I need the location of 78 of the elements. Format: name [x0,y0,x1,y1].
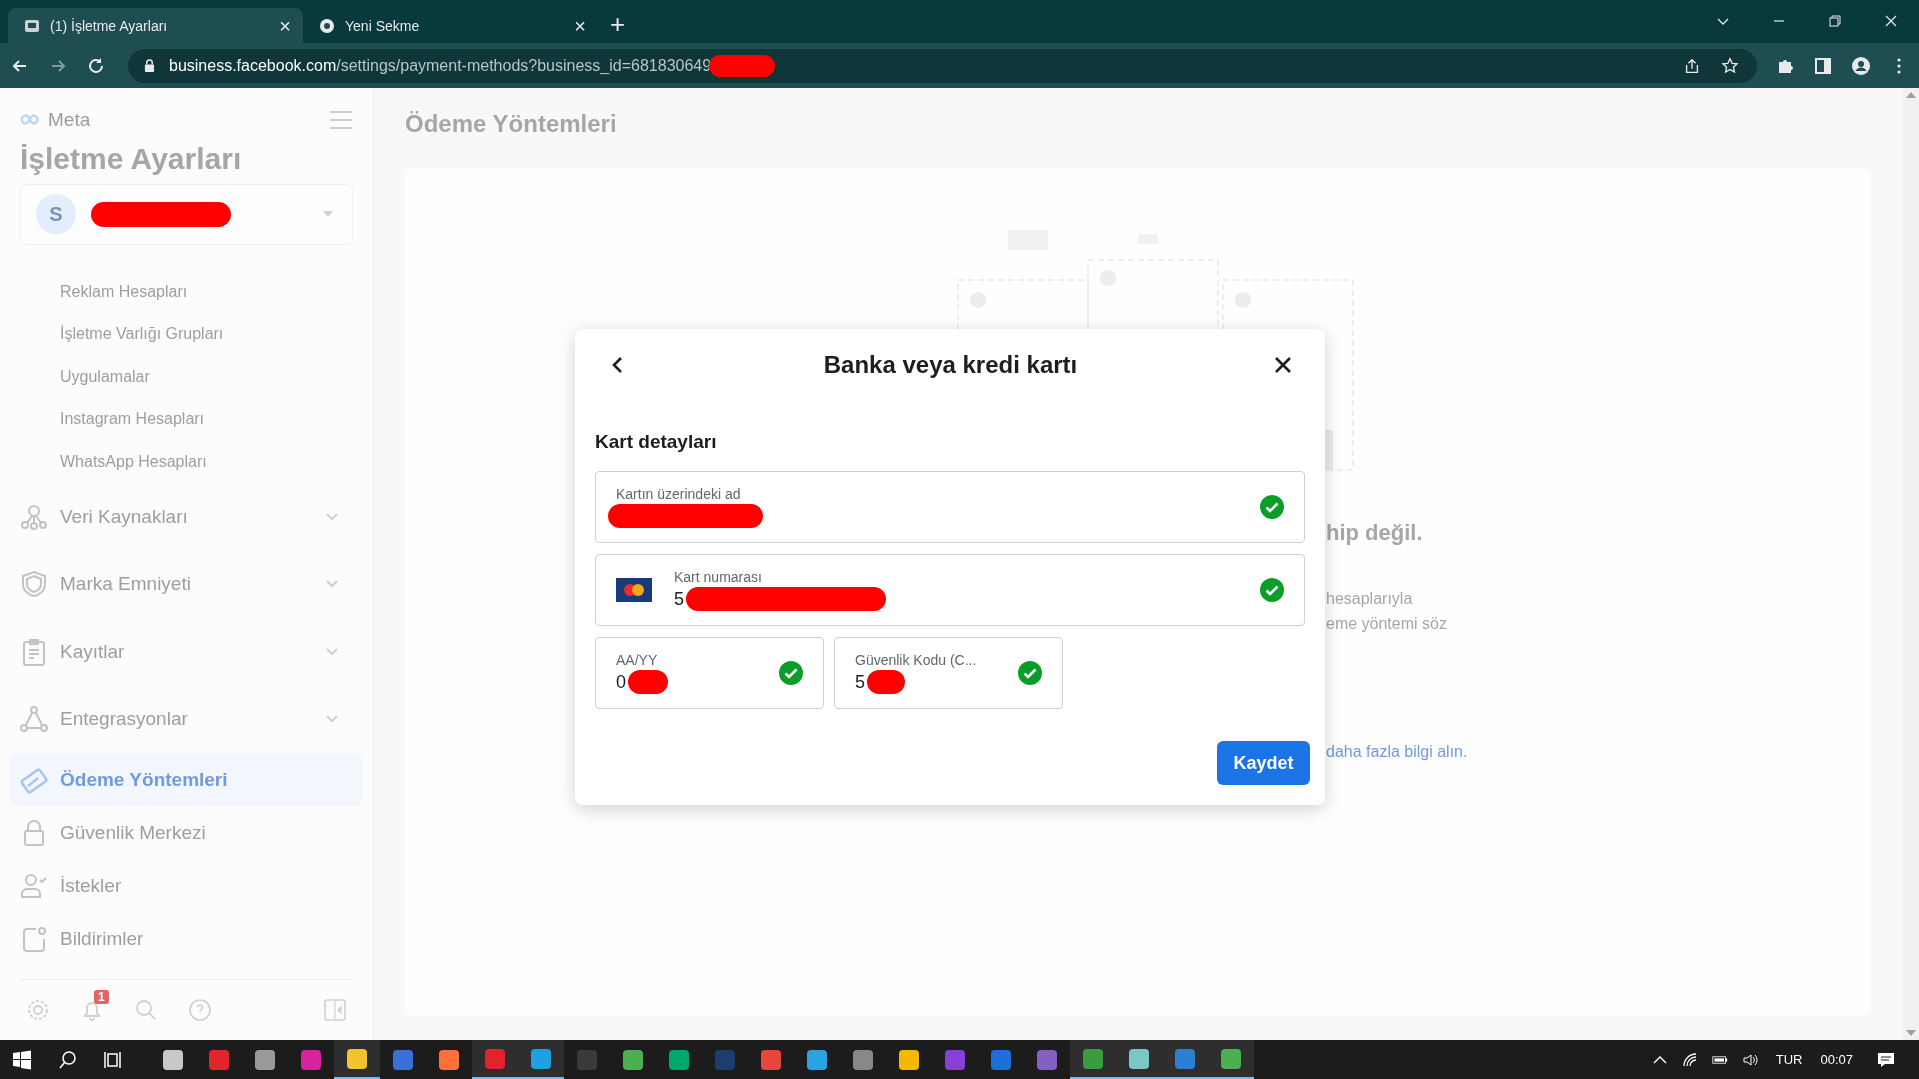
field-label: Kart numarası [674,569,763,585]
taskbar-app[interactable] [1208,1040,1254,1079]
input-field[interactable]: Kartın üzerindeki ad [595,471,1305,543]
close-tab-button[interactable]: × [574,15,586,36]
taskbar-app[interactable] [518,1040,564,1079]
nodes-icon [20,502,48,531]
credit-card-icon [20,765,48,794]
input-field[interactable]: AA/YY 0 [595,637,824,709]
field-label: AA/YY [616,652,659,668]
notification-center-icon[interactable] [1877,1051,1895,1068]
account-selector[interactable]: S [20,183,353,245]
logo-text: Meta [48,108,91,131]
lock-icon [144,59,155,72]
sidebar-item[interactable]: Reklam Hesapları [20,270,353,314]
sidebar-item[interactable]: İşletme Varlığı Grupları [20,313,353,356]
avatar: S [36,194,76,235]
browser-tab[interactable]: Yeni Sekme × [303,8,598,43]
empty-state-title: hip değil. [1326,520,1424,546]
sidebar-item[interactable]: Bildirimler [20,912,353,966]
sidebar-item[interactable]: Ödeme Yöntemleri [10,753,363,807]
search-icon[interactable] [58,1049,78,1070]
language-indicator[interactable]: TUR [1775,1052,1803,1067]
taskbar-app[interactable] [334,1040,380,1079]
page-icon [24,17,40,34]
tab-title: (1) İşletme Ayarları [50,17,169,34]
field-label: Kartın üzerindeki ad [616,486,742,502]
url-text: business.facebook.com/settings/payment-methods?business_id=681830649 [169,56,712,75]
tab-title: Yeni Sekme [345,17,421,34]
windows-start-icon[interactable] [12,1049,32,1070]
save-button[interactable]: Kaydet [1217,741,1310,785]
taskbar-app[interactable] [1070,1040,1116,1079]
empty-state-text: hesaplarıyla [1326,589,1414,609]
field-value: 5 [674,588,684,610]
person-check-icon [20,871,48,900]
section-title: Kart detayları [595,431,718,453]
sidebar-item[interactable]: Uygulamalar [20,355,353,399]
sidebar-title: İşletme Ayarları [20,141,243,176]
wifi-icon[interactable] [1681,1051,1698,1068]
browser-tab[interactable]: (1) İşletme Ayarları × [8,8,303,43]
dialog-title: Banka veya kredi kartı [822,351,1079,379]
taskbar-app[interactable] [472,1040,518,1079]
notification-icon [20,924,48,953]
input-field[interactable]: Kart numarası 5 [595,554,1305,626]
sidebar-item[interactable]: İstekler [20,859,353,913]
close-icon[interactable] [1883,13,1899,29]
sidebar-item[interactable]: Kayıtlar [20,618,353,686]
address-field[interactable]: business.facebook.com/settings/payment-methods?business_id=681830649 [128,48,1757,83]
field-value: 0 [616,671,626,693]
caret-icon [322,210,334,219]
new-tab-button[interactable]: + [610,11,626,37]
share-icon[interactable] [1683,56,1701,75]
learn-more-link[interactable]: daha fazla bilgi alın. [1326,743,1468,761]
sidebar-item[interactable]: Instagram Hesapları [20,398,353,441]
empty-state-text: eme yöntemi söz [1326,614,1448,634]
field-label: Güvenlik Kodu (C... [855,652,978,668]
sidebar-item[interactable]: Veri Kaynakları [20,483,353,551]
sidebar-item[interactable]: Entegrasyonlar [20,685,353,754]
triangle-nodes-icon [20,705,48,734]
clipboard-icon [20,637,48,666]
restore-icon[interactable] [1827,13,1843,29]
sidebar-item[interactable]: Güvenlik Merkezi [20,806,353,860]
close-icon[interactable] [1273,355,1293,375]
card-logo-icon [616,578,652,602]
profile-icon[interactable] [1851,55,1871,76]
field-value: 5 [855,671,865,693]
chrome-icon [319,17,335,34]
speaker-icon[interactable] [1741,1051,1758,1068]
star-icon[interactable] [1721,56,1739,75]
input-field[interactable]: Güvenlik Kodu (C... 5 [834,637,1063,709]
notification-count: 1 [94,990,109,1005]
task-view-icon[interactable] [104,1049,124,1070]
sidebar-item[interactable]: Marka Emniyeti [20,550,353,619]
side-panel-icon[interactable] [1813,55,1833,76]
page-title: Ödeme Yöntemleri [405,110,618,138]
clock[interactable]: 00:07 [1820,1052,1853,1067]
close-tab-button[interactable]: × [279,15,291,36]
shield-icon [20,570,48,599]
sidebar-item[interactable]: WhatsApp Hesapları [20,440,353,484]
